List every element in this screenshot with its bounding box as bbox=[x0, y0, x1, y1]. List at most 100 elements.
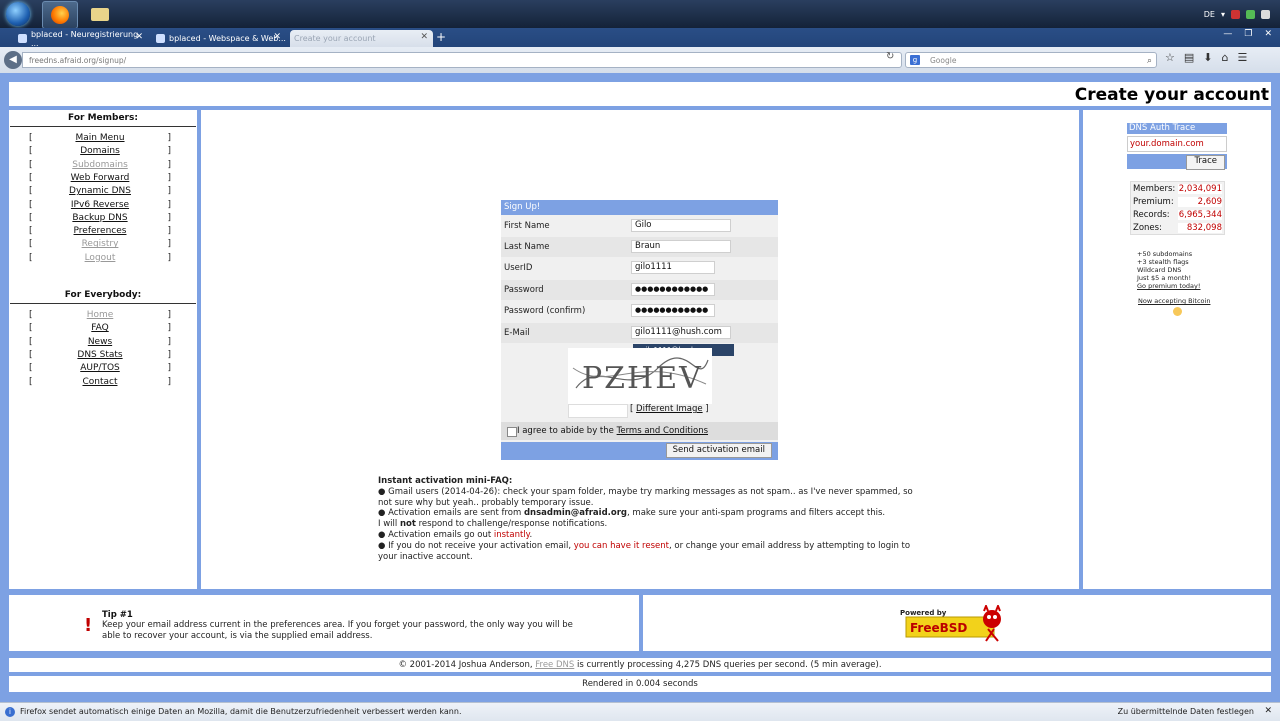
tab-create-account[interactable]: Create your account ✕ bbox=[290, 30, 433, 47]
captcha-input[interactable] bbox=[568, 404, 628, 418]
menu-item-label[interactable]: Domains bbox=[29, 146, 171, 156]
back-button[interactable]: ◀ bbox=[4, 51, 22, 69]
start-button[interactable] bbox=[6, 2, 30, 26]
choose-data-button[interactable]: Zu übermittelnde Daten festlegen bbox=[1118, 707, 1254, 716]
language-indicator[interactable]: DE bbox=[1204, 10, 1215, 19]
menu-item-label[interactable]: Backup DNS bbox=[29, 213, 171, 223]
minimize-icon[interactable]: — bbox=[1223, 29, 1232, 39]
different-image-label: Different Image bbox=[636, 404, 703, 414]
menu-item-label[interactable]: Preferences bbox=[29, 226, 171, 236]
members-item[interactable]: [Logout] bbox=[29, 253, 171, 266]
password-row: Password ●●●●●●●●●●●● bbox=[501, 280, 778, 300]
menu-item-label[interactable]: Dynamic DNS bbox=[29, 186, 171, 196]
menu-item-label[interactable]: Web Forward bbox=[29, 173, 171, 183]
tab-bplaced-registration[interactable]: bplaced - Neuregistrierung ... ✕ bbox=[14, 30, 148, 48]
bracket: ] bbox=[167, 376, 171, 387]
email-field[interactable]: gilo1111@hush.com bbox=[631, 326, 731, 339]
bracket: ] bbox=[167, 252, 171, 263]
search-icon[interactable]: ⌕ bbox=[1147, 54, 1152, 69]
password-field[interactable]: ●●●●●●●●●●●● bbox=[631, 283, 715, 296]
folder-icon bbox=[91, 8, 109, 21]
first-name-field[interactable]: Gilo bbox=[631, 219, 731, 232]
maximize-icon[interactable]: ❐ bbox=[1244, 29, 1252, 39]
google-icon[interactable]: g bbox=[910, 55, 920, 65]
url-bar[interactable]: freedns.afraid.org/signup/ bbox=[22, 52, 902, 68]
info-icon: i bbox=[5, 707, 15, 717]
taskbar-explorer[interactable] bbox=[82, 1, 116, 27]
download-icon[interactable]: ⬇ bbox=[1203, 51, 1212, 64]
bracket: ] bbox=[167, 226, 171, 237]
faq-emphasis: not bbox=[399, 519, 416, 530]
everybody-item[interactable]: [News] bbox=[29, 337, 171, 350]
email-row: E-Mail gilo1111@hush.com bbox=[501, 323, 778, 343]
captcha-text: PZHEV bbox=[582, 361, 703, 396]
members-item[interactable]: [Backup DNS] bbox=[29, 213, 171, 226]
tab-favicon-icon bbox=[156, 34, 165, 43]
agree-checkbox[interactable] bbox=[507, 427, 517, 437]
go-premium-link[interactable]: Go premium today! bbox=[1137, 282, 1247, 290]
system-tray: DE ▾ bbox=[1204, 0, 1280, 28]
close-icon[interactable]: ✕ bbox=[420, 32, 428, 42]
new-tab-button[interactable]: + bbox=[436, 30, 446, 44]
members-item[interactable]: [Dynamic DNS] bbox=[29, 186, 171, 199]
everybody-item[interactable]: [FAQ] bbox=[29, 323, 171, 336]
close-window-icon[interactable]: ✕ bbox=[1264, 29, 1272, 39]
different-image-link[interactable]: [ Different Image ] bbox=[630, 404, 709, 414]
menu-item-label[interactable]: Logout bbox=[29, 253, 171, 263]
bookmark-star-icon[interactable]: ☆ bbox=[1165, 51, 1175, 64]
tray-volume-icon[interactable] bbox=[1261, 9, 1270, 19]
firefox-icon bbox=[51, 6, 69, 24]
menu-item-label[interactable]: FAQ bbox=[29, 323, 171, 333]
everybody-item[interactable]: [Home] bbox=[29, 310, 171, 323]
members-item[interactable]: [Domains] bbox=[29, 146, 171, 159]
close-icon[interactable]: ✕ bbox=[273, 32, 281, 42]
menu-item-label[interactable]: Main Menu bbox=[29, 133, 171, 143]
userid-field[interactable]: gilo1111 bbox=[631, 261, 715, 274]
divider bbox=[10, 303, 196, 304]
send-activation-button[interactable]: Send activation email bbox=[665, 443, 772, 458]
password-confirm-row: Password (confirm) ●●●●●●●●●●●● bbox=[501, 301, 778, 321]
menu-item-label[interactable]: Home bbox=[29, 310, 171, 320]
stat-value: 2,609 bbox=[1178, 197, 1222, 207]
tray-arrow-icon[interactable]: ▾ bbox=[1221, 10, 1225, 19]
bitcoin-link[interactable]: Now accepting Bitcoin bbox=[1138, 297, 1210, 305]
taskbar-firefox[interactable] bbox=[42, 1, 78, 29]
last-name-field[interactable]: Braun bbox=[631, 240, 731, 253]
first-name-label: First Name bbox=[504, 221, 550, 231]
everybody-item[interactable]: [AUP/TOS] bbox=[29, 363, 171, 376]
everybody-item[interactable]: [Contact] bbox=[29, 377, 171, 390]
menu-item-label[interactable]: Contact bbox=[29, 377, 171, 387]
reload-icon[interactable]: ↻ bbox=[886, 51, 894, 62]
resend-link[interactable]: you can have it resent bbox=[574, 541, 669, 551]
dns-trace-button-row: Trace bbox=[1127, 154, 1227, 170]
members-item[interactable]: [Subdomains] bbox=[29, 160, 171, 173]
navigation-bar: ◀ freedns.afraid.org/signup/ ↻ g Google … bbox=[0, 47, 1280, 74]
close-icon[interactable]: ✕ bbox=[1264, 706, 1272, 716]
menu-item-label[interactable]: News bbox=[29, 337, 171, 347]
home-icon[interactable]: ⌂ bbox=[1222, 51, 1229, 64]
terms-link[interactable]: Terms and Conditions bbox=[617, 426, 708, 436]
menu-item-label[interactable]: IPv6 Reverse bbox=[29, 200, 171, 210]
tab-bplaced-webspace[interactable]: bplaced - Webspace & Web... ✕ bbox=[152, 30, 286, 47]
members-item[interactable]: [Preferences] bbox=[29, 226, 171, 239]
tray-flag-icon[interactable] bbox=[1231, 9, 1240, 19]
menu-item-label[interactable]: AUP/TOS bbox=[29, 363, 171, 373]
close-icon[interactable]: ✕ bbox=[135, 32, 143, 42]
members-item[interactable]: [Web Forward] bbox=[29, 173, 171, 186]
search-input[interactable]: g Google ⌕ bbox=[905, 52, 1157, 68]
menu-item-label[interactable]: Registry bbox=[29, 239, 171, 249]
password-confirm-field[interactable]: ●●●●●●●●●●●● bbox=[631, 304, 715, 317]
menu-icon[interactable]: ☰ bbox=[1237, 51, 1247, 64]
members-item[interactable]: [Registry] bbox=[29, 239, 171, 252]
stat-value: 2,034,091 bbox=[1178, 184, 1222, 194]
members-item[interactable]: [Main Menu] bbox=[29, 133, 171, 146]
everybody-item[interactable]: [DNS Stats] bbox=[29, 350, 171, 363]
menu-item-label[interactable]: Subdomains bbox=[29, 160, 171, 170]
dns-trace-input[interactable]: your.domain.com bbox=[1127, 136, 1227, 152]
tray-network-icon[interactable] bbox=[1246, 9, 1255, 19]
trace-button[interactable]: Trace bbox=[1186, 155, 1225, 170]
promo-line: +50 subdomains bbox=[1137, 250, 1193, 258]
members-item[interactable]: [IPv6 Reverse] bbox=[29, 200, 171, 213]
bookmarks-icon[interactable]: ▤ bbox=[1184, 51, 1194, 64]
menu-item-label[interactable]: DNS Stats bbox=[29, 350, 171, 360]
